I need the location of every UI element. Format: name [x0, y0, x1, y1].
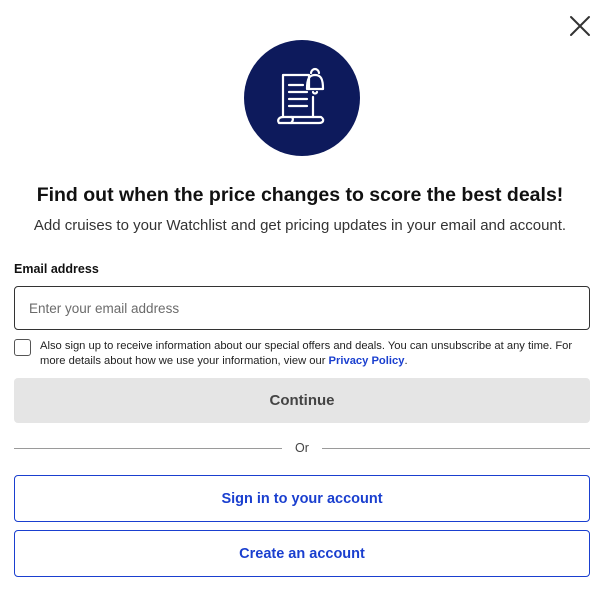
dialog-subtitle: Add cruises to your Watchlist and get pr… — [33, 217, 567, 234]
optin-text-suffix: . — [404, 355, 408, 367]
optin-text-body: Also sign up to receive information abou… — [40, 340, 573, 367]
close-button[interactable] — [566, 12, 594, 40]
dialog-title: Find out when the price changes to score… — [36, 184, 564, 206]
privacy-policy-link[interactable]: Privacy Policy — [329, 355, 405, 367]
divider-line-right — [322, 448, 590, 449]
continue-button[interactable]: Continue — [14, 378, 590, 423]
email-label: Email address — [14, 262, 99, 276]
close-icon — [570, 16, 590, 36]
watchlist-document-bell-icon — [277, 67, 325, 125]
optin-text: Also sign up to receive information abou… — [40, 339, 592, 369]
optin-checkbox[interactable] — [14, 339, 31, 356]
create-account-button[interactable]: Create an account — [14, 530, 590, 577]
sign-in-button[interactable]: Sign in to your account — [14, 475, 590, 522]
email-input[interactable] — [14, 286, 590, 330]
divider-or: Or — [295, 441, 309, 455]
hero-badge — [244, 40, 360, 156]
divider-line-left — [14, 448, 282, 449]
